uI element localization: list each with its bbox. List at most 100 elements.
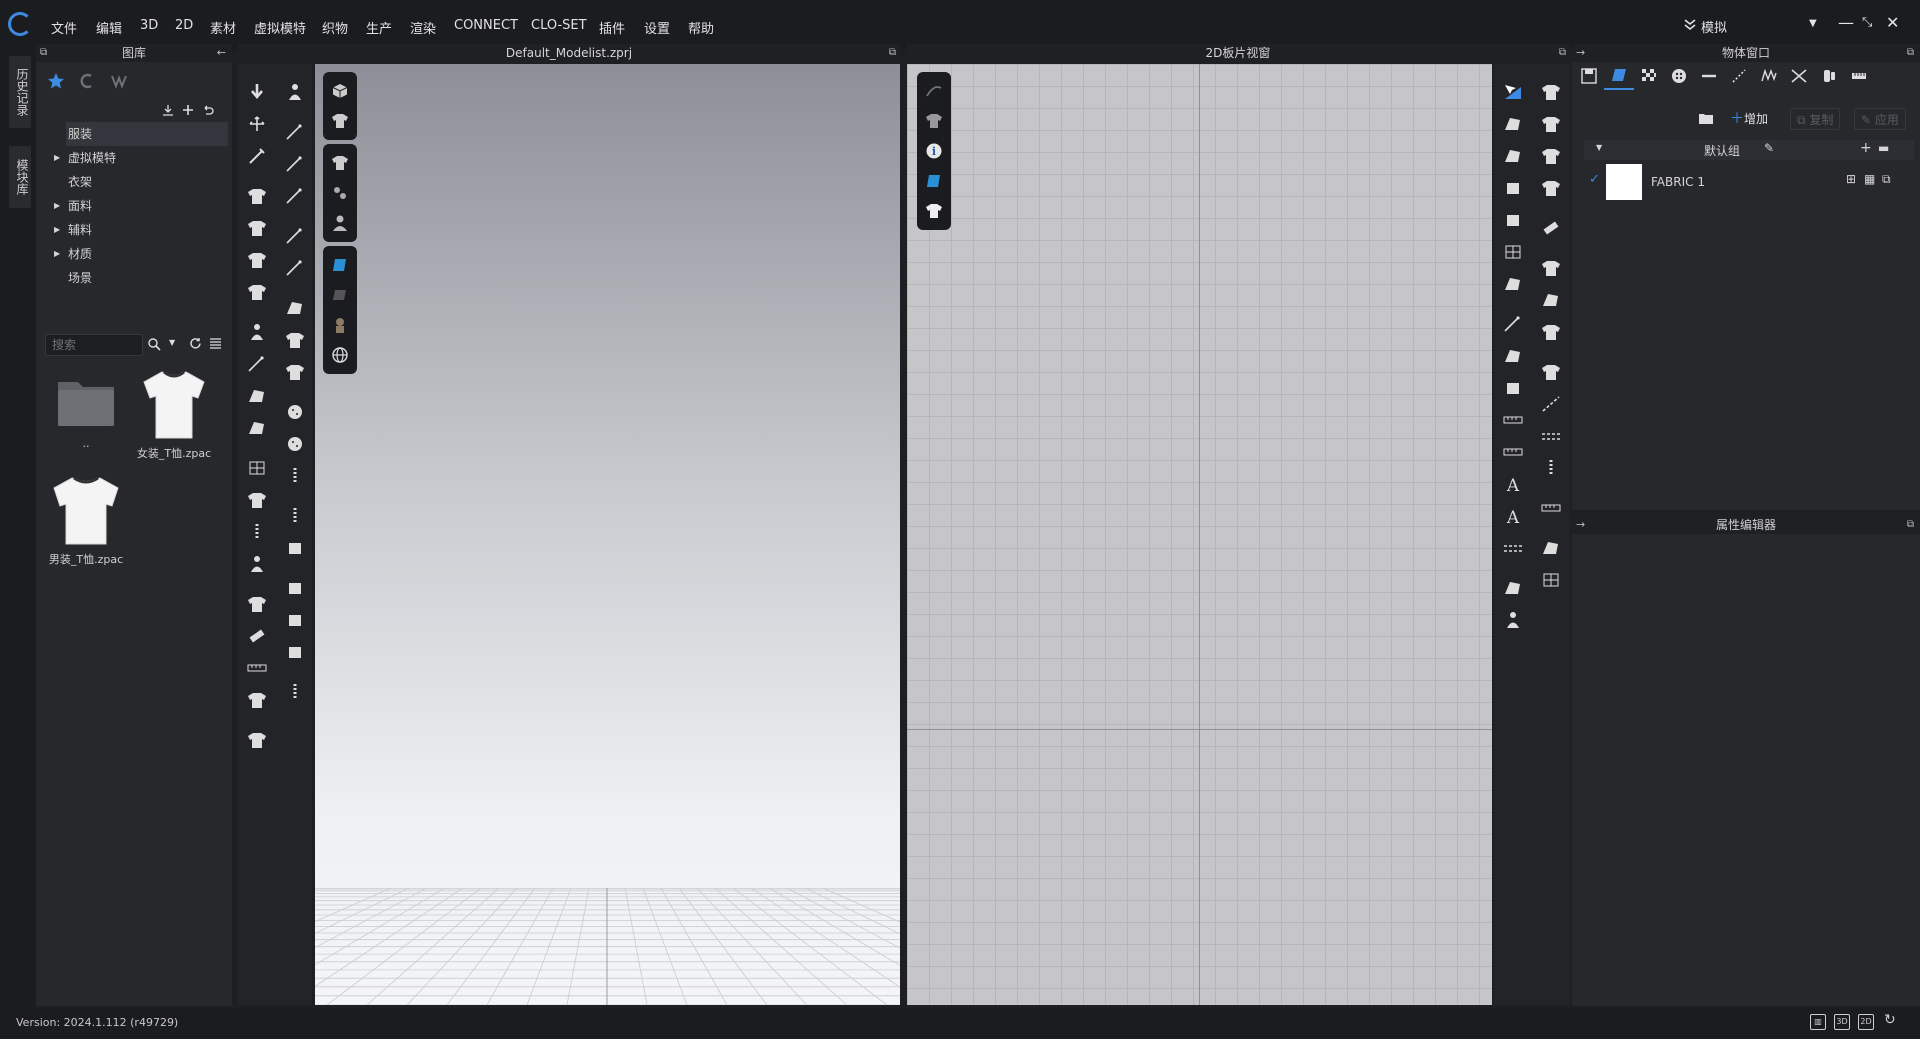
tab-puckering-icon[interactable]	[1754, 62, 1784, 90]
shirt-tool-icon[interactable]	[1536, 256, 1566, 280]
menu-plugins[interactable]: 插件	[599, 18, 625, 37]
menu-help[interactable]: 帮助	[688, 18, 714, 37]
tape-tool-icon[interactable]	[1536, 216, 1566, 240]
file-item-womens-tshirt[interactable]: 女装_T恤.zpac	[134, 366, 214, 464]
needle-tool-icon[interactable]	[280, 120, 310, 144]
tab-measure-icon[interactable]	[1844, 62, 1874, 90]
expand-arrow-icon[interactable]: ▶	[54, 146, 60, 170]
tab-trim-icon[interactable]	[1814, 62, 1844, 90]
tree-item-scene[interactable]: 场景	[66, 266, 228, 290]
tab-history[interactable]: 历史记录	[9, 56, 31, 128]
polygon-tool-icon[interactable]	[280, 296, 310, 320]
select2d-tool-icon[interactable]	[1498, 80, 1528, 104]
expand-arrow-icon[interactable]: ▼	[1596, 143, 1602, 152]
person-tool-icon[interactable]	[242, 552, 272, 576]
duplicate-icon[interactable]: ⊞	[1846, 172, 1856, 186]
tree-item-garment[interactable]: 服装	[66, 122, 228, 146]
needle-tool-icon[interactable]	[242, 352, 272, 376]
favorites-star-icon[interactable]	[47, 72, 65, 90]
polygon-tool-icon[interactable]	[1536, 536, 1566, 560]
collapse-arrow-icon[interactable]: →	[1576, 44, 1585, 62]
add-folder-icon[interactable]	[182, 104, 194, 116]
shirt-tool-icon[interactable]	[242, 728, 272, 752]
ruler-tool-icon[interactable]	[1536, 496, 1566, 520]
apply-button[interactable]: ✎ 应用	[1854, 108, 1906, 130]
expand-arrow-icon[interactable]: ▶	[54, 218, 60, 242]
avatar-silhouette-icon[interactable]	[325, 310, 355, 340]
show-trims-icon[interactable]	[325, 178, 355, 208]
zipper-tool-icon[interactable]	[280, 680, 310, 704]
person-tool-icon[interactable]	[242, 320, 272, 344]
download-icon[interactable]	[162, 104, 174, 116]
line-tool-icon[interactable]	[1536, 392, 1566, 416]
copy-layer-icon[interactable]: ⧉	[1882, 172, 1891, 187]
shirt-tool-icon[interactable]	[242, 184, 272, 208]
grid-tool-icon[interactable]	[1536, 568, 1566, 592]
text-tool-icon[interactable]: A	[1498, 472, 1528, 496]
add-button[interactable]: ＋增加	[1724, 108, 1774, 130]
grid-tool-icon[interactable]	[1498, 240, 1528, 264]
show-3d-cube-icon[interactable]	[325, 76, 355, 106]
tape-tool-icon[interactable]	[242, 624, 272, 648]
float-panel-icon[interactable]: ⧉	[40, 44, 47, 62]
show-pattern-icon[interactable]	[919, 106, 949, 136]
shirt-tool-icon[interactable]	[1536, 80, 1566, 104]
menu-avatar[interactable]: 虚拟模特	[254, 18, 306, 37]
shirt-tool-icon[interactable]	[242, 688, 272, 712]
polygon-tool-icon[interactable]	[1498, 344, 1528, 368]
square-tool-icon[interactable]	[280, 576, 310, 600]
menu-2d[interactable]: 2D	[175, 18, 193, 33]
view-3d-only-icon[interactable]: 3D	[1834, 1014, 1850, 1030]
search-icon[interactable]	[148, 338, 161, 351]
square-tool-icon[interactable]	[1498, 176, 1528, 200]
tree-item-avatar[interactable]: ▶ 虚拟模特	[54, 146, 228, 170]
shirt-tool-icon[interactable]	[242, 248, 272, 272]
add-plus-icon[interactable]: +	[1860, 140, 1872, 156]
close-icon[interactable]: ✕	[1886, 13, 1899, 32]
tab-buttonhole-icon[interactable]	[1694, 62, 1724, 90]
shirt-tool-icon[interactable]	[242, 488, 272, 512]
square-tool-icon[interactable]	[280, 608, 310, 632]
person-tool-icon[interactable]	[280, 80, 310, 104]
checkmark-icon[interactable]: ✓	[1589, 172, 1600, 187]
shirt-tool-icon[interactable]	[1536, 360, 1566, 384]
tab-scene-icon[interactable]	[1574, 62, 1604, 90]
restore-icon[interactable]: ⤡	[1862, 15, 1872, 30]
needle-tool-icon[interactable]	[280, 224, 310, 248]
menu-connect[interactable]: CONNECT	[454, 18, 518, 33]
polygon-tool-icon[interactable]	[1498, 272, 1528, 296]
tab-graphic-icon[interactable]	[1634, 62, 1664, 90]
button-tool-icon[interactable]	[280, 432, 310, 456]
square-tool-icon[interactable]	[280, 536, 310, 560]
needle-tool-icon[interactable]	[1498, 312, 1528, 336]
texture-2d-icon[interactable]	[919, 166, 949, 196]
clo-library-icon[interactable]	[78, 72, 96, 90]
expand-arrow-icon[interactable]: ▶	[54, 242, 60, 266]
square-tool-icon[interactable]	[1498, 376, 1528, 400]
split-icon[interactable]: ▦	[1864, 172, 1875, 186]
float-panel-icon[interactable]: ⧉	[1907, 44, 1914, 62]
shirt-tool-icon[interactable]	[242, 216, 272, 240]
pin-tool-icon[interactable]	[242, 144, 272, 168]
dashes-tool-icon[interactable]	[1498, 536, 1528, 560]
zipper-tool-icon[interactable]	[280, 464, 310, 488]
dashes-tool-icon[interactable]	[1536, 424, 1566, 448]
square-tool-icon[interactable]	[280, 640, 310, 664]
polygon-tool-icon[interactable]	[1498, 112, 1528, 136]
grid-tool-icon[interactable]	[242, 456, 272, 480]
group-row[interactable]: ▼ 默认组 ✎ + ▬	[1584, 140, 1914, 160]
shirt-tool-icon[interactable]	[1536, 320, 1566, 344]
file-item-parent-folder[interactable]: ..	[50, 370, 122, 462]
menu-3d[interactable]: 3D	[140, 18, 158, 33]
reset-view-icon[interactable]: ↻	[1884, 1012, 1896, 1028]
marketplace-icon[interactable]	[110, 72, 128, 90]
folder-add-icon[interactable]	[1698, 110, 1716, 128]
collapse-arrow-icon[interactable]: →	[1576, 516, 1585, 534]
polygon-tool-icon[interactable]	[1498, 144, 1528, 168]
text-tool-icon[interactable]: A	[1498, 504, 1528, 528]
show-garment-2d-icon[interactable]	[919, 196, 949, 226]
float-panel-icon[interactable]: ⧉	[1907, 516, 1914, 534]
show-baseline-icon[interactable]	[919, 76, 949, 106]
shirt-tool-icon[interactable]	[242, 280, 272, 304]
search-options-arrow-icon[interactable]: ▼	[169, 338, 175, 347]
